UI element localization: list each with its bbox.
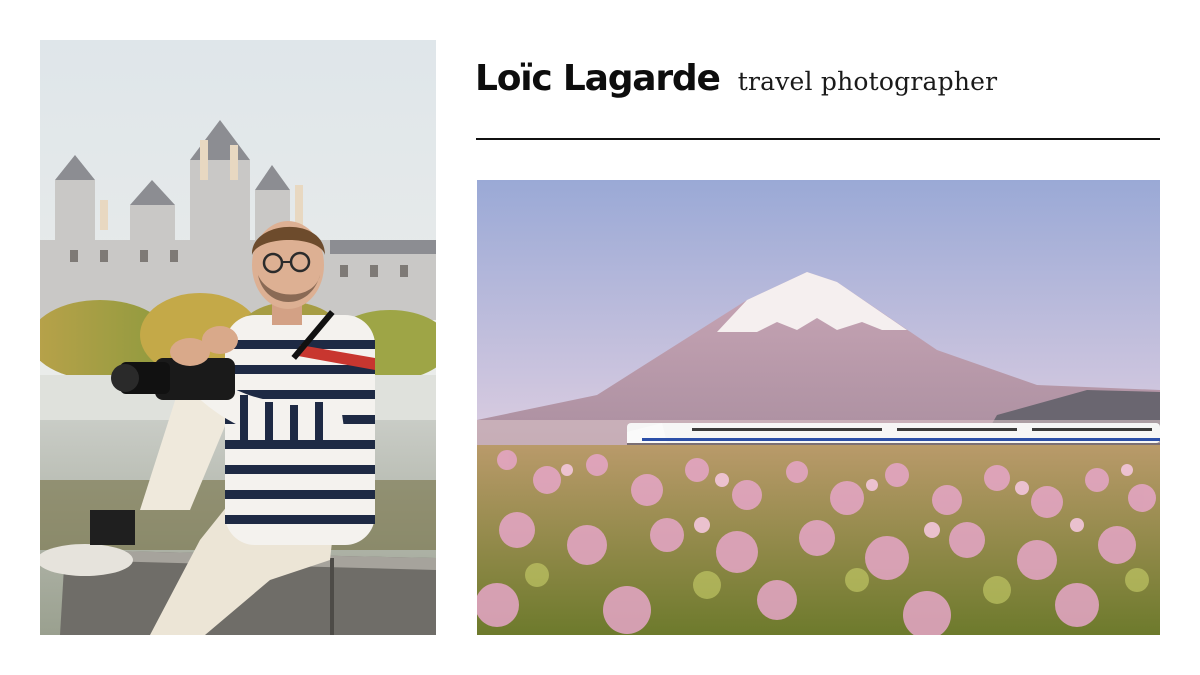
photographer-name: Loïc Lagarde xyxy=(475,58,721,99)
page-header: Loïc Lagarde travel photographer xyxy=(475,58,1165,118)
landscape-illustration xyxy=(477,180,1160,635)
photographer-portrait-image xyxy=(40,40,436,635)
portrait-illustration xyxy=(40,40,436,635)
header-divider xyxy=(476,138,1160,140)
photographer-role: travel photographer xyxy=(737,67,998,96)
mount-fuji-train-image xyxy=(477,180,1160,635)
